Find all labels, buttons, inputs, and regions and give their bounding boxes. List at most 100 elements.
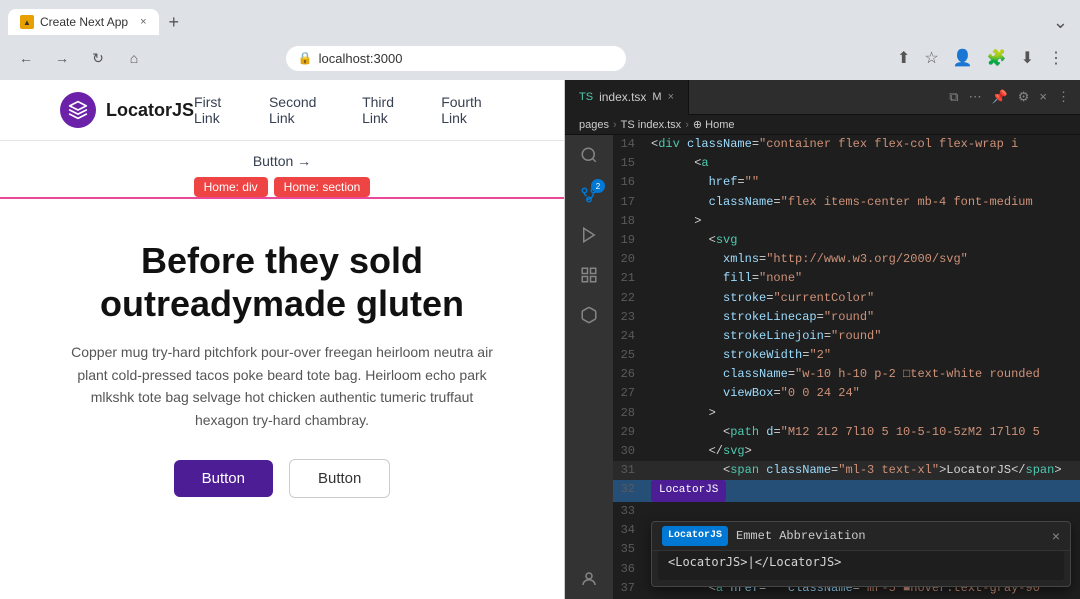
close-panel-icon[interactable]: × — [1039, 89, 1047, 105]
emmet-header: LocatorJS Emmet Abbreviation × — [652, 522, 1070, 551]
emmet-label: Emmet Abbreviation — [736, 527, 866, 546]
url-bar[interactable]: 🔒 localhost:3000 — [286, 46, 626, 71]
source-control-icon[interactable]: 2 — [577, 183, 601, 207]
code-line-26: 26 className="w-10 h-10 p-2 □text-white … — [613, 365, 1080, 384]
tab-label: Create Next App — [40, 15, 128, 29]
pin-icon[interactable]: 📌 — [992, 89, 1008, 105]
site-nav: LocatorJS First Link Second Link Third L… — [0, 80, 564, 141]
code-line-16: 16 href="" — [613, 173, 1080, 192]
code-line-28: 28 > — [613, 404, 1080, 423]
tab-close-icon[interactable]: × — [668, 91, 674, 103]
code-line-25: 25 strokeWidth="2" — [613, 346, 1080, 365]
code-line-14: 14 <div className="container flex flex-c… — [613, 135, 1080, 154]
hero-primary-button[interactable]: Button — [174, 460, 273, 497]
emmet-logo: LocatorJS — [662, 526, 728, 546]
button-arrow-text: Button → — [253, 149, 311, 173]
logo-text: LocatorJS — [106, 100, 194, 121]
source-control-badge: 2 — [591, 179, 605, 193]
code-line-33: 33 — [613, 502, 1080, 521]
code-line-20: 20 xmlns="http://www.w3.org/2000/svg" — [613, 250, 1080, 269]
vscode-main: 2 14 — [565, 135, 1080, 599]
hero-secondary-button[interactable]: Button — [289, 459, 390, 498]
tab-favicon: ▲ — [20, 15, 34, 29]
badge-home-div: Home: div — [194, 177, 268, 197]
code-line-21: 21 fill="none" — [613, 269, 1080, 288]
code-editor[interactable]: 14 <div className="container flex flex-c… — [613, 135, 1080, 599]
locator-badges: Home: div Home: section — [0, 177, 564, 197]
tab-modified: M — [652, 91, 661, 103]
code-container: 14 <div className="container flex flex-c… — [613, 135, 1080, 599]
code-line-29: 29 <path d="M12 2L2 7l10 5 10-5-10-5zM2 … — [613, 423, 1080, 442]
tab-close-button[interactable]: × — [140, 16, 146, 28]
split-view: LocatorJS First Link Second Link Third L… — [0, 80, 1080, 599]
downloads-icon[interactable]: ⬇ — [1017, 46, 1038, 70]
emmet-close-button[interactable]: × — [1052, 528, 1060, 544]
emmet-abbreviation: <LocatorJS>|</LocatorJS> — [658, 551, 1064, 580]
bookmark-icon[interactable]: ☆ — [920, 46, 942, 70]
code-line-32: 32 LocatorJS — [613, 480, 1080, 502]
emmet-popup[interactable]: LocatorJS Emmet Abbreviation × <LocatorJ… — [651, 521, 1071, 587]
breadcrumb-home: ⊕ Home — [693, 118, 735, 131]
vscode-panel: TS index.tsx M × ⧉ ⋯ 📌 ⚙ × ⋮ pages › TS … — [565, 80, 1080, 599]
run-icon[interactable] — [577, 223, 601, 247]
hero-title: Before they sold outreadymade gluten — [60, 239, 504, 325]
code-line-31: 31 <span className="ml-3 text-xl">Locato… — [613, 461, 1080, 480]
logo-icon — [60, 92, 96, 128]
browser-tab[interactable]: ▲ Create Next App × — [8, 9, 159, 35]
extensions-icon[interactable] — [577, 303, 601, 327]
code-line-17: 17 className="flex items-center mb-4 fon… — [613, 193, 1080, 212]
search-icon[interactable] — [577, 143, 601, 167]
back-button[interactable]: ← — [12, 44, 40, 72]
more-actions-icon[interactable]: ⋯ — [969, 89, 982, 105]
vscode-tab-bar: TS index.tsx M × ⧉ ⋯ 📌 ⚙ × ⋮ — [565, 80, 1080, 115]
vscode-tab-actions: ⧉ ⋯ 📌 ⚙ × ⋮ — [949, 89, 1080, 105]
locator-section: Button → Home: div Home: section — [0, 141, 564, 197]
tab-bar: ▲ Create Next App × + ⌄ — [0, 0, 1080, 36]
nav-link-first[interactable]: First Link — [194, 94, 245, 126]
breadcrumb-file: TS index.tsx — [621, 119, 682, 131]
code-line-30: 30 </svg> — [613, 442, 1080, 461]
menu-icon[interactable]: ⋮ — [1044, 46, 1068, 70]
new-tab-button[interactable]: + — [163, 12, 186, 33]
hero-section: Before they sold outreadymade gluten Cop… — [0, 199, 564, 528]
nav-links: First Link Second Link Third Link Fourth… — [194, 94, 504, 126]
ssl-icon: 🔒 — [298, 51, 313, 65]
logo-area: LocatorJS — [60, 92, 194, 128]
menu-dots[interactable]: ⋮ — [1057, 89, 1070, 105]
account-icon[interactable] — [577, 567, 601, 591]
emmet-title-row: LocatorJS Emmet Abbreviation — [662, 526, 866, 546]
browser-dots: ⌄ — [1053, 12, 1072, 33]
code-line-19: 19 <svg — [613, 231, 1080, 250]
address-actions: ⬆ ☆ 👤 🧩 ⬇ ⋮ — [893, 46, 1068, 70]
profile-icon[interactable]: 👤 — [949, 46, 977, 70]
nav-link-second[interactable]: Second Link — [269, 94, 338, 126]
home-button[interactable]: ⌂ — [120, 44, 148, 72]
extensions-icon[interactable]: 🧩 — [983, 46, 1011, 70]
nav-link-third[interactable]: Third Link — [362, 94, 417, 126]
activity-bar: 2 — [565, 135, 613, 599]
share-icon[interactable]: ⬆ — [893, 46, 914, 70]
ts-icon: TS — [579, 91, 593, 103]
breadcrumb-pages: pages — [579, 119, 609, 131]
code-line-24: 24 strokeLinejoin="round" — [613, 327, 1080, 346]
tab-filename: index.tsx — [599, 90, 646, 104]
settings-icon[interactable]: ⚙ — [1018, 89, 1030, 105]
code-line-15: 15 <a — [613, 154, 1080, 173]
code-line-23: 23 strokeLinecap="round" — [613, 308, 1080, 327]
vscode-breadcrumb: pages › TS index.tsx › ⊕ Home — [565, 115, 1080, 135]
split-editor-icon[interactable]: ⧉ — [949, 89, 958, 105]
refresh-button[interactable]: ↻ — [84, 44, 112, 72]
code-line-27: 27 viewBox="0 0 24 24" — [613, 384, 1080, 403]
hero-buttons: Button Button — [60, 459, 504, 498]
forward-button[interactable]: → — [48, 44, 76, 72]
browser-content: LocatorJS First Link Second Link Third L… — [0, 80, 565, 599]
code-line-22: 22 stroke="currentColor" — [613, 289, 1080, 308]
hero-paragraph: Copper mug try-hard pitchfork pour-over … — [62, 341, 502, 431]
browser-chrome: ▲ Create Next App × + ⌄ ← → ↻ ⌂ 🔒 localh… — [0, 0, 1080, 80]
vscode-tab-index[interactable]: TS index.tsx M × — [565, 80, 689, 115]
locator-tooltip: LocatorJS — [651, 480, 726, 502]
explorer-icon[interactable] — [577, 263, 601, 287]
nav-link-fourth[interactable]: Fourth Link — [441, 94, 504, 126]
badge-home-section: Home: section — [274, 177, 371, 197]
url-text: localhost:3000 — [319, 51, 403, 66]
